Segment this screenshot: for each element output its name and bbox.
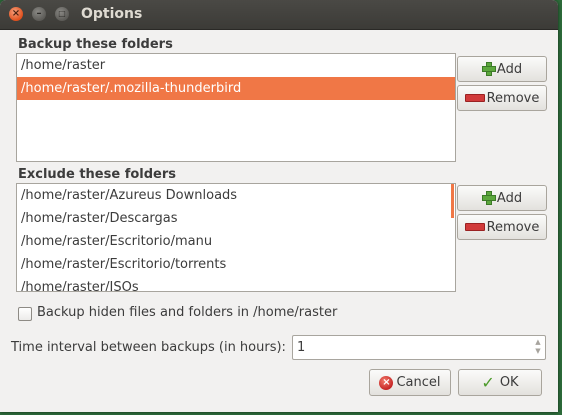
interval-spinbox[interactable]: 1 ▲ ▼	[292, 335, 546, 360]
minimize-icon[interactable]: –	[32, 7, 46, 21]
hidden-files-checkbox[interactable]	[18, 307, 32, 321]
maximize-icon[interactable]: □	[55, 7, 69, 21]
backup-folders-label: Backup these folders	[18, 37, 173, 52]
ok-button[interactable]: ✓ OK	[458, 369, 542, 396]
backup-list-item-selected[interactable]: /home/raster/.mozilla-thunderbird	[17, 77, 455, 100]
backup-remove-label: Remove	[486, 90, 540, 106]
scrollbar[interactable]	[451, 184, 454, 218]
backup-list-item[interactable]: /home/raster	[17, 54, 455, 77]
plus-icon	[481, 62, 496, 76]
backup-add-label: Add	[496, 61, 523, 77]
cancel-icon: ×	[379, 375, 394, 390]
interval-value[interactable]: 1	[297, 340, 305, 355]
backup-add-button[interactable]: Add	[457, 56, 547, 82]
exclude-remove-button[interactable]: Remove	[457, 214, 547, 240]
exclude-add-button[interactable]: Add	[457, 185, 547, 211]
exclude-remove-label: Remove	[486, 219, 540, 235]
exclude-list-item[interactable]: /home/raster/Escritorio/torrents	[17, 253, 455, 276]
exclude-list-item[interactable]: /home/raster/Escritorio/manu	[17, 230, 455, 253]
plus-icon	[481, 191, 496, 205]
exclude-list-item[interactable]: /home/raster/Azureus Downloads	[17, 184, 455, 207]
backup-folders-list[interactable]: /home/raster /home/raster/.mozilla-thund…	[16, 53, 456, 162]
options-dialog: × – □ Options Backup these folders /home…	[0, 0, 558, 412]
cancel-button[interactable]: × Cancel	[369, 369, 451, 396]
interval-label: Time interval between backups (in hours)…	[11, 340, 286, 355]
ok-label: OK	[499, 375, 519, 390]
minus-icon	[464, 94, 485, 102]
cancel-label: Cancel	[396, 375, 441, 390]
backup-remove-button[interactable]: Remove	[457, 85, 547, 111]
chevron-up-icon[interactable]: ▲	[533, 338, 543, 347]
exclude-list-item[interactable]: /home/raster/ISOs	[17, 276, 455, 291]
chevron-down-icon[interactable]: ▼	[533, 347, 543, 356]
titlebar: × – □ Options	[0, 0, 558, 30]
hidden-files-label[interactable]: Backup hiden files and folders in /home/…	[37, 305, 337, 320]
minus-icon	[464, 223, 485, 231]
spin-arrows[interactable]: ▲ ▼	[533, 338, 543, 357]
close-icon[interactable]: ×	[9, 7, 23, 21]
exclude-list-item[interactable]: /home/raster/Descargas	[17, 207, 455, 230]
exclude-folders-list[interactable]: /home/raster/Azureus Downloads /home/ras…	[16, 183, 456, 292]
exclude-add-label: Add	[496, 190, 523, 206]
checkmark-icon: ✓	[481, 373, 495, 392]
window-title: Options	[81, 6, 143, 22]
exclude-folders-label: Exclude these folders	[18, 167, 177, 182]
